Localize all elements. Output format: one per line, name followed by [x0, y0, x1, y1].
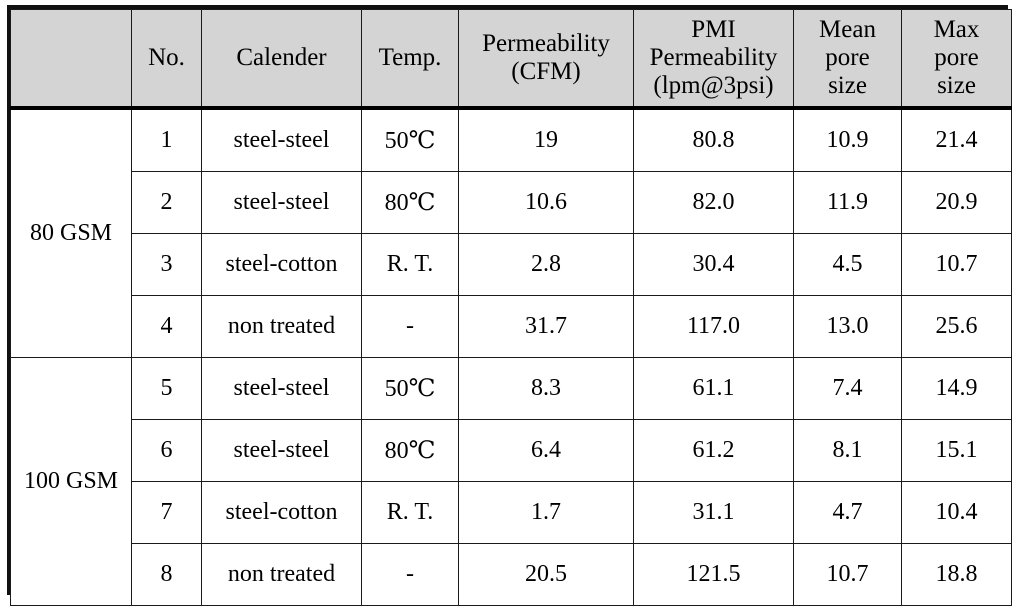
cell-mean-pore-size: 8.1 [793, 419, 902, 482]
header-cell-pmi-permeability: PMI Permeability (lpm@3psi) [633, 9, 794, 108]
cell-calender: steel-steel [201, 108, 362, 172]
cell-calender: steel-steel [201, 171, 362, 234]
cell-mean-pore-size: 4.7 [793, 481, 902, 544]
header-row: No. Calender Temp. Permeability (CFM) PM… [10, 9, 1012, 108]
header-max-line2: pore [934, 44, 979, 71]
header-pmi-line2: Permeability [649, 44, 778, 71]
cell-max-pore-size: 25.6 [901, 295, 1012, 358]
header-max-line3: size [937, 72, 976, 99]
cell-pmi-permeability: 61.2 [633, 419, 794, 482]
cell-no: 6 [131, 419, 202, 482]
table-body: 80 GSM 1 steel-steel 50℃ 19 80.8 10.9 21.4 2 stee… [10, 108, 1012, 606]
cell-calender: steel-steel [201, 357, 362, 420]
header-cell-max-pore-size: Max pore size [901, 9, 1012, 108]
cell-temp: 80℃ [361, 171, 459, 234]
cell-max-pore-size: 18.8 [901, 543, 1012, 606]
table-header: No. Calender Temp. Permeability (CFM) PM… [10, 9, 1012, 110]
cell-pmi-permeability: 61.1 [633, 357, 794, 420]
cell-max-pore-size: 15.1 [901, 419, 1012, 482]
results-table-frame: No. Calender Temp. Permeability (CFM) PM… [7, 5, 1012, 606]
header-cell-calender: Calender [201, 9, 362, 108]
cell-pmi-permeability: 117.0 [633, 295, 794, 358]
cell-mean-pore-size: 10.9 [793, 108, 902, 172]
cell-calender: non treated [201, 543, 362, 606]
table-row: 4 non treated -31.7 117.0 13.0 25.6 [11, 295, 1012, 358]
cell-max-pore-size: 10.7 [901, 233, 1012, 296]
table-row: 6 steel-steel 80℃ 6.4 61.2 8.1 15.1 [11, 419, 1012, 482]
cell-temp: - [361, 543, 459, 606]
header-mean-line2: pore [825, 44, 870, 71]
cell-calender: steel-steel [201, 419, 362, 482]
table-row: 7 steel-cotton R. T. 1.7 31.1 4.7 10.4 [11, 481, 1012, 544]
cell-pmi-permeability: 30.4 [633, 233, 794, 296]
cell-permeability: 8.3 [458, 357, 634, 420]
header-pmi-line3: (lpm@3psi) [653, 72, 774, 99]
group-label-gsm: 80 GSM [10, 108, 132, 358]
header-permeability-line2: (CFM) [511, 58, 581, 85]
header-max-line1: Max [933, 16, 980, 43]
cell-pmi-permeability: 31.1 [633, 481, 794, 544]
cell-mean-pore-size: 11.9 [793, 171, 902, 234]
cell-no: 7 [131, 481, 202, 544]
cell-mean-pore-size: 7.4 [793, 357, 902, 420]
cell-permeability: 1.7 [458, 481, 634, 544]
header-pmi-line1: PMI [691, 16, 736, 43]
cell-mean-pore-size: 13.0 [793, 295, 902, 358]
table-row: 3 steel-cotton R. T. 2.8 30.4 4.5 10.7 [11, 233, 1012, 296]
cell-temp: 50℃ [361, 108, 459, 172]
cell-calender: steel-cotton [201, 233, 362, 296]
cell-calender: non treated [201, 295, 362, 358]
page-root: No. Calender Temp. Permeability (CFM) PM… [0, 0, 1016, 606]
cell-no: 5 [131, 357, 202, 420]
cell-no: 4 [131, 295, 202, 358]
table-row: 8 non treated -20.5 121.5 10.7 18.8 [11, 543, 1012, 606]
cell-max-pore-size: 20.9 [901, 171, 1012, 234]
header-cell-temp: Temp. [361, 9, 459, 108]
cell-max-pore-size: 14.9 [901, 357, 1012, 420]
cell-temp: 80℃ [361, 419, 459, 482]
group-label-gsm: 100 GSM [10, 357, 132, 606]
cell-no: 8 [131, 543, 202, 606]
permeability-results-table: No. Calender Temp. Permeability (CFM) PM… [10, 9, 1012, 606]
table-row: 80 GSM 1 steel-steel 50℃ 19 80.8 10.9 21.4 [10, 108, 1012, 358]
cell-permeability: 6.4 [458, 419, 634, 482]
header-cell-no: No. [131, 9, 202, 108]
cell-temp: 50℃ [361, 357, 459, 420]
header-cell-gsm [10, 9, 132, 108]
cell-no: 3 [131, 233, 202, 296]
cell-mean-pore-size: 10.7 [793, 543, 902, 606]
cell-no: 1 [131, 108, 202, 172]
cell-temp: - [361, 295, 459, 358]
table-row: 100 GSM 5 steel-steel 50℃ 8.3 61.1 7.4 14.9 [10, 357, 1012, 606]
header-cell-mean-pore-size: Mean pore size [793, 9, 902, 108]
table-row: 2 steel-steel 80℃ 10.6 82.0 11.9 20.9 [11, 171, 1012, 234]
cell-pmi-permeability: 121.5 [633, 543, 794, 606]
cell-pmi-permeability: 82.0 [633, 171, 794, 234]
cell-max-pore-size: 10.4 [901, 481, 1012, 544]
header-mean-line3: size [828, 72, 867, 99]
cell-permeability: 2.8 [458, 233, 634, 296]
header-cell-permeability: Permeability (CFM) [458, 9, 634, 108]
cell-mean-pore-size: 4.5 [793, 233, 902, 296]
cell-permeability: 10.6 [458, 171, 634, 234]
cell-calender: steel-cotton [201, 481, 362, 544]
cell-pmi-permeability: 80.8 [633, 108, 794, 172]
cell-permeability: 20.5 [458, 543, 634, 606]
cell-temp: R. T. [361, 233, 459, 296]
cell-permeability: 19 [458, 108, 634, 172]
cell-no: 2 [131, 171, 202, 234]
cell-max-pore-size: 21.4 [901, 108, 1012, 172]
cell-permeability: 31.7 [458, 295, 634, 358]
cell-temp: R. T. [361, 481, 459, 544]
header-mean-line1: Mean [819, 16, 876, 43]
header-permeability-line1: Permeability [482, 30, 610, 57]
